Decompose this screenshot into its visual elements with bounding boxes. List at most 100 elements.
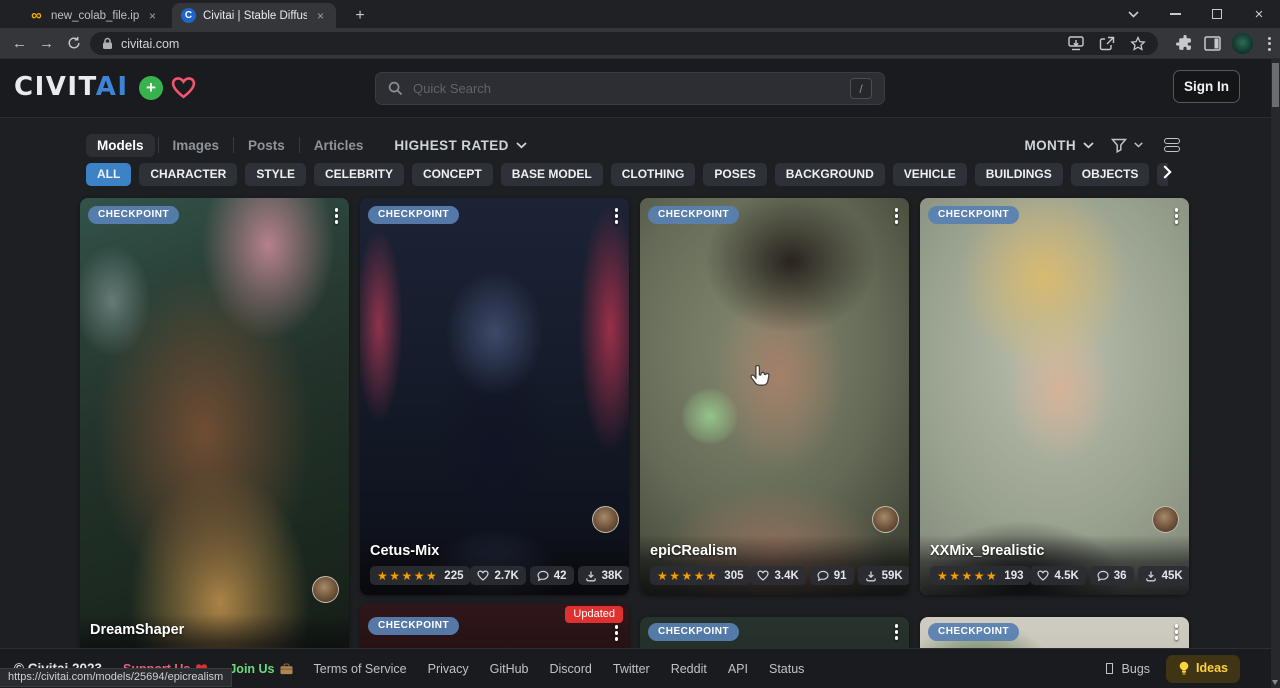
- comments-count: 91: [834, 570, 847, 582]
- model-type-badge: CHECKPOINT: [368, 617, 459, 635]
- category-chip[interactable]: ALL: [86, 163, 131, 186]
- civitai-logo[interactable]: CIVITAI: [14, 72, 129, 102]
- comment-icon: [1097, 570, 1109, 582]
- heart-icon: [757, 570, 769, 581]
- card-menu-icon[interactable]: [1170, 205, 1184, 227]
- model-card-epicrealism[interactable]: CHECKPOINT epiCRealism ★★★★★305 3.4K 91 …: [640, 198, 909, 595]
- ideas-button[interactable]: Ideas: [1166, 655, 1240, 683]
- footer-link-join-us[interactable]: Join Us: [229, 662, 292, 676]
- category-chip[interactable]: POSES: [703, 163, 766, 186]
- card-menu-icon[interactable]: [1170, 621, 1184, 643]
- footer-link-twitter[interactable]: Twitter: [613, 662, 650, 676]
- period-dropdown[interactable]: MONTH: [1025, 138, 1077, 153]
- window-controls: ×: [1112, 0, 1280, 28]
- civitai-favicon: C: [181, 8, 196, 23]
- model-card-xxmix9realistic[interactable]: CHECKPOINT XXMix_9realistic ★★★★★193 4.5…: [920, 198, 1189, 595]
- window-close-button[interactable]: ×: [1238, 0, 1280, 28]
- card-menu-icon[interactable]: [610, 622, 624, 644]
- card-menu-icon[interactable]: [330, 205, 344, 227]
- footer-link-api[interactable]: API: [728, 662, 748, 676]
- category-chip[interactable]: CLOTHING: [611, 163, 696, 186]
- share-icon[interactable]: [1099, 36, 1115, 51]
- card-menu-icon[interactable]: [890, 205, 904, 227]
- window-minimize-button[interactable]: [1154, 0, 1196, 28]
- comments-count: 42: [554, 570, 567, 582]
- footer-link-reddit[interactable]: Reddit: [671, 662, 707, 676]
- category-chip[interactable]: CHARACTER: [139, 163, 237, 186]
- creator-avatar[interactable]: [312, 576, 339, 603]
- tab-close-icon[interactable]: ×: [146, 9, 159, 23]
- install-icon[interactable]: [1068, 36, 1084, 51]
- bugs-button[interactable]: Bugs: [1106, 662, 1151, 676]
- comments-pill: 36: [1090, 566, 1134, 585]
- extensions-puzzle-icon[interactable]: [1176, 35, 1193, 52]
- creator-avatar[interactable]: [1152, 506, 1179, 533]
- tab-images[interactable]: Images: [162, 134, 231, 157]
- layout-toggle-icon[interactable]: [1164, 138, 1180, 152]
- category-chip[interactable]: CELEBRITY: [314, 163, 404, 186]
- url-bar[interactable]: civitai.com: [90, 32, 1158, 55]
- comments-pill: 91: [810, 566, 854, 585]
- footer-link-github[interactable]: GitHub: [490, 662, 529, 676]
- model-card-dreamshaper[interactable]: CHECKPOINT DreamShaper: [80, 198, 349, 668]
- tab-close-icon[interactable]: ×: [314, 9, 327, 23]
- search-shortcut-badge: /: [850, 78, 872, 99]
- model-type-badge: CHECKPOINT: [648, 623, 739, 641]
- footer-link-status[interactable]: Status: [769, 662, 804, 676]
- category-chip[interactable]: CONCEPT: [412, 163, 493, 186]
- creator-avatar[interactable]: [872, 506, 899, 533]
- card-menu-icon[interactable]: [610, 205, 624, 227]
- scrollbar-down-arrow[interactable]: [1272, 680, 1278, 685]
- download-icon: [1145, 570, 1157, 582]
- window-maximize-button[interactable]: [1196, 0, 1238, 28]
- filter-funnel-icon[interactable]: [1111, 138, 1127, 153]
- card-menu-icon[interactable]: [890, 621, 904, 643]
- category-chip[interactable]: VEHICLE: [893, 163, 967, 186]
- sort-dropdown[interactable]: HIGHEST RATED: [394, 138, 526, 153]
- rating-count: 305: [724, 570, 743, 582]
- category-chip[interactable]: BUILDINGS: [975, 163, 1063, 186]
- star-icons: ★★★★★: [937, 569, 998, 583]
- support-heart-icon[interactable]: [171, 76, 196, 99]
- creator-avatar[interactable]: [592, 506, 619, 533]
- mouse-cursor-hand: [748, 364, 771, 390]
- tab-posts[interactable]: Posts: [237, 134, 296, 157]
- category-chip[interactable]: BASE MODEL: [501, 163, 603, 186]
- create-button[interactable]: +: [139, 76, 163, 100]
- back-button[interactable]: ←: [6, 35, 33, 52]
- colab-icon: ∞: [29, 8, 44, 23]
- browser-profile-avatar[interactable]: [1232, 33, 1253, 54]
- downloads-count: 38K: [602, 570, 623, 582]
- browser-tab-colab[interactable]: ∞ new_colab_file.ipynb - Colaborat ×: [20, 3, 168, 28]
- sign-in-button[interactable]: Sign In: [1173, 70, 1240, 103]
- downloads-count: 45K: [1162, 570, 1183, 582]
- forward-button[interactable]: →: [33, 35, 60, 52]
- bookmark-star-icon[interactable]: [1130, 36, 1146, 51]
- likes-count: 3.4K: [774, 570, 798, 582]
- category-chip[interactable]: OBJECTS: [1071, 163, 1150, 186]
- url-text: civitai.com: [121, 37, 179, 51]
- reload-button[interactable]: [60, 36, 87, 50]
- search-placeholder: Quick Search: [413, 81, 491, 96]
- categories-scroll-right-icon[interactable]: [1163, 165, 1172, 179]
- page-scrollbar[interactable]: [1271, 59, 1280, 688]
- footer-link-discord[interactable]: Discord: [550, 662, 592, 676]
- browser-menu-icon[interactable]: [1264, 37, 1275, 51]
- tab-articles[interactable]: Articles: [303, 134, 375, 157]
- rating-pill: ★★★★★225: [370, 566, 470, 585]
- footer-link-terms[interactable]: Terms of Service: [314, 662, 407, 676]
- footer-link-privacy[interactable]: Privacy: [428, 662, 469, 676]
- heart-icon: [477, 570, 489, 581]
- category-chip[interactable]: BACKGROUND: [775, 163, 885, 186]
- side-panel-icon[interactable]: [1204, 36, 1221, 51]
- search-input[interactable]: Quick Search /: [375, 72, 885, 105]
- comment-icon: [537, 570, 549, 582]
- model-card-cetus-mix[interactable]: CHECKPOINT Cetus-Mix ★★★★★225 2.7K 42 38…: [360, 198, 629, 595]
- scrollbar-thumb[interactable]: [1272, 63, 1279, 107]
- chevron-down-icon: [1083, 142, 1094, 149]
- new-tab-button[interactable]: +: [348, 4, 372, 28]
- tab-search-icon[interactable]: [1112, 0, 1154, 28]
- browser-tab-civitai[interactable]: C Civitai | Stable Diffusion models, ×: [172, 3, 336, 28]
- tab-models[interactable]: Models: [86, 134, 155, 157]
- category-chip[interactable]: STYLE: [245, 163, 306, 186]
